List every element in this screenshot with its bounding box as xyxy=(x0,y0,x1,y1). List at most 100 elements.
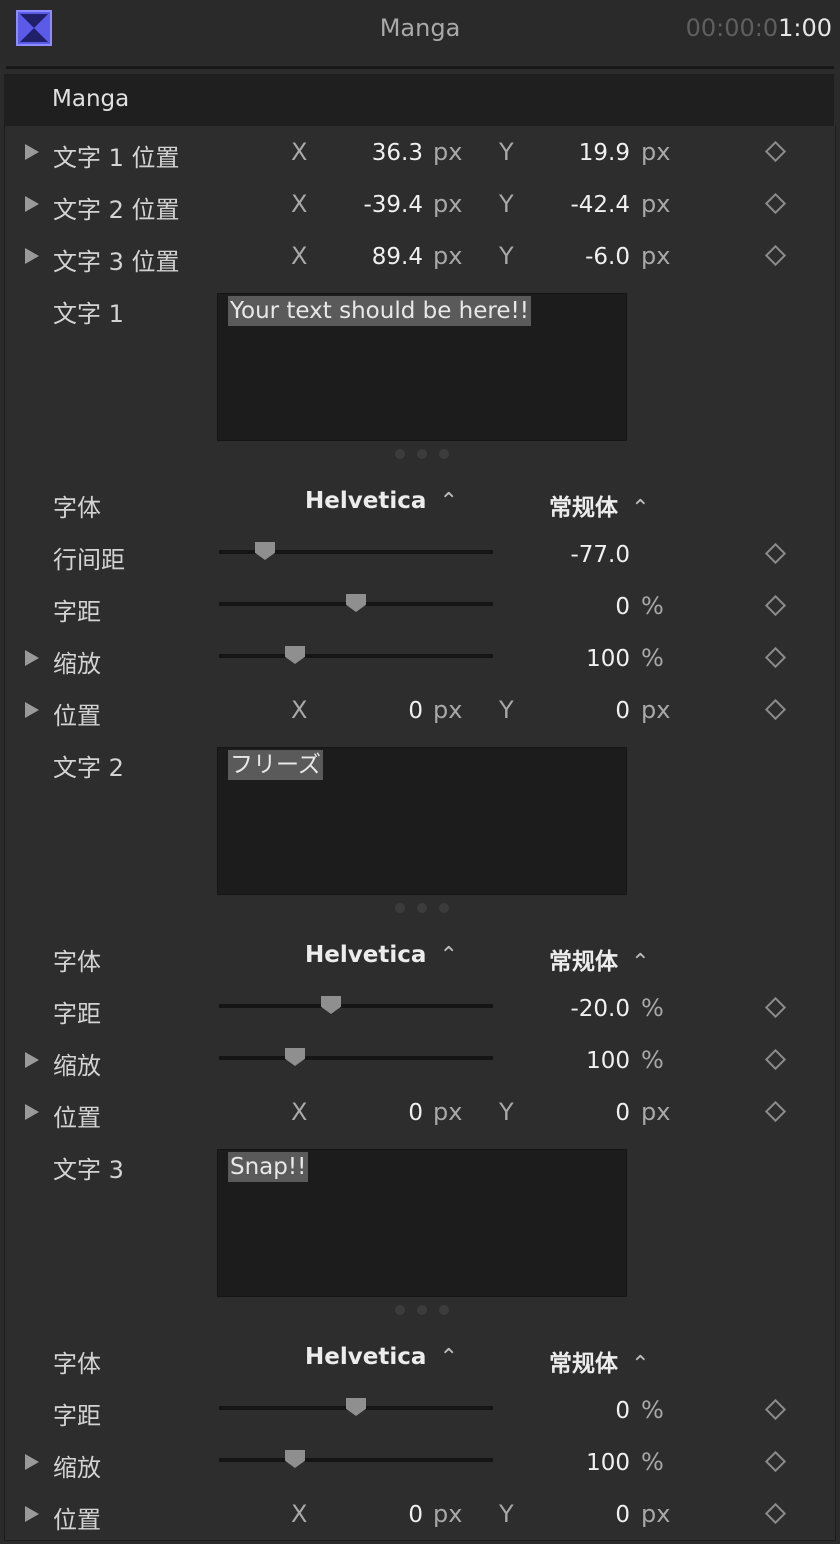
unit-label: px xyxy=(433,1098,463,1126)
text1-position-x[interactable]: 36.3 xyxy=(283,140,423,166)
position-y[interactable]: 0 xyxy=(490,1502,630,1528)
font-family-popup[interactable]: Helvetica ⌃ xyxy=(305,488,458,514)
text2-position-x[interactable]: -39.4 xyxy=(283,192,423,218)
slider-thumb[interactable] xyxy=(321,996,341,1014)
unit-label: % xyxy=(641,644,664,672)
font-family-value: Helvetica xyxy=(305,942,427,968)
scale-slider[interactable] xyxy=(219,1046,493,1070)
disclosure-triangle-icon[interactable] xyxy=(25,702,39,718)
disclosure-triangle-icon[interactable] xyxy=(25,1454,39,1470)
keyframe-diamond-icon[interactable] xyxy=(764,192,787,215)
scale-value[interactable]: 100 xyxy=(490,646,630,672)
keyframe-diamond-icon[interactable] xyxy=(764,1502,787,1525)
tracking-value[interactable]: -20.0 xyxy=(490,996,630,1022)
text2-position-y[interactable]: -42.4 xyxy=(490,192,630,218)
position-label: 位置 xyxy=(53,1104,101,1132)
scale-value[interactable]: 100 xyxy=(490,1048,630,1074)
position-y[interactable]: 0 xyxy=(490,698,630,724)
disclosure-triangle-icon[interactable] xyxy=(25,144,39,160)
up-down-chevron-icon: ⌃ xyxy=(631,950,650,975)
scale-slider[interactable] xyxy=(219,1448,493,1472)
line-spacing-value[interactable]: -77.0 xyxy=(490,542,630,568)
keyframe-diamond-icon[interactable] xyxy=(764,698,787,721)
text1-position-label: 文字 1 位置 xyxy=(53,144,180,172)
keyframe-diamond-icon[interactable] xyxy=(764,646,787,669)
font-style-popup[interactable]: 常规体 ⌃ xyxy=(549,488,650,522)
text2-position-label: 文字 2 位置 xyxy=(53,196,180,224)
keyframe-diamond-icon[interactable] xyxy=(764,1450,787,1473)
line-spacing-label: 行间距 xyxy=(53,546,125,574)
unit-label: % xyxy=(641,1046,664,1074)
tracking-value[interactable]: 0 xyxy=(490,1398,630,1424)
keyframe-diamond-icon[interactable] xyxy=(764,1100,787,1123)
disclosure-triangle-icon[interactable] xyxy=(25,248,39,264)
up-down-chevron-icon: ⌃ xyxy=(631,1352,650,1377)
unit-label: px xyxy=(641,1500,671,1528)
unit-label: % xyxy=(641,994,664,1022)
font-family-popup[interactable]: Helvetica ⌃ xyxy=(305,1344,458,1370)
slider-thumb[interactable] xyxy=(346,1398,366,1416)
unit-label: px xyxy=(641,138,671,166)
tracking-label: 字距 xyxy=(53,598,101,626)
keyframe-diamond-icon[interactable] xyxy=(764,542,787,565)
slider-thumb[interactable] xyxy=(346,594,366,612)
resize-handle-icon[interactable] xyxy=(395,898,461,917)
text1-textbox[interactable]: Your text should be here!! xyxy=(217,293,627,441)
effect-name: Manga xyxy=(52,86,130,112)
slider-thumb[interactable] xyxy=(285,1450,305,1468)
unit-label: px xyxy=(433,1500,463,1528)
keyframe-diamond-icon[interactable] xyxy=(764,1398,787,1421)
slider-thumb[interactable] xyxy=(255,542,275,560)
position-label: 位置 xyxy=(53,1506,101,1534)
tracking-slider[interactable] xyxy=(219,1396,493,1420)
up-down-chevron-icon: ⌃ xyxy=(439,489,458,514)
tracking-label: 字距 xyxy=(53,1000,101,1028)
unit-label: px xyxy=(641,242,671,270)
position-y[interactable]: 0 xyxy=(490,1100,630,1126)
scale-label: 缩放 xyxy=(53,1052,101,1080)
tracking-label: 字距 xyxy=(53,1402,101,1430)
unit-label: px xyxy=(641,190,671,218)
slider-thumb[interactable] xyxy=(285,646,305,664)
font-style-popup[interactable]: 常规体 ⌃ xyxy=(549,942,650,976)
position-x[interactable]: 0 xyxy=(283,1502,423,1528)
disclosure-triangle-icon[interactable] xyxy=(25,1506,39,1522)
slider-track xyxy=(219,1458,493,1462)
tracking-value[interactable]: 0 xyxy=(490,594,630,620)
disclosure-triangle-icon[interactable] xyxy=(25,1052,39,1068)
text3-position-y[interactable]: -6.0 xyxy=(490,244,630,270)
tracking-slider[interactable] xyxy=(219,592,493,616)
resize-handle-icon[interactable] xyxy=(395,1300,461,1319)
text3-position-x[interactable]: 89.4 xyxy=(283,244,423,270)
effect-header[interactable]: Manga xyxy=(4,74,834,126)
disclosure-triangle-icon[interactable] xyxy=(25,196,39,212)
scale-label: 缩放 xyxy=(53,1454,101,1482)
keyframe-diamond-icon[interactable] xyxy=(764,140,787,163)
keyframe-diamond-icon[interactable] xyxy=(764,244,787,267)
keyframe-diamond-icon[interactable] xyxy=(764,594,787,617)
tracking-slider[interactable] xyxy=(219,994,493,1018)
text3-textbox[interactable]: Snap!! xyxy=(217,1149,627,1297)
position-x[interactable]: 0 xyxy=(283,1100,423,1126)
disclosure-triangle-icon[interactable] xyxy=(25,1104,39,1120)
text1-position-y[interactable]: 19.9 xyxy=(490,140,630,166)
unit-label: px xyxy=(433,138,463,166)
keyframe-diamond-icon[interactable] xyxy=(764,996,787,1019)
text2-textbox[interactable]: フリーズ xyxy=(217,747,627,895)
slider-thumb[interactable] xyxy=(285,1048,305,1066)
position-x[interactable]: 0 xyxy=(283,698,423,724)
line-spacing-slider[interactable] xyxy=(219,540,493,564)
keyframe-diamond-icon[interactable] xyxy=(764,1048,787,1071)
font-style-popup[interactable]: 常规体 ⌃ xyxy=(549,1344,650,1378)
font-family-popup[interactable]: Helvetica ⌃ xyxy=(305,942,458,968)
disclosure-triangle-icon[interactable] xyxy=(25,650,39,666)
text2-label: 文字 2 xyxy=(53,754,124,782)
font-label: 字体 xyxy=(53,948,101,976)
slider-track xyxy=(219,654,493,658)
scale-value[interactable]: 100 xyxy=(490,1450,630,1476)
up-down-chevron-icon: ⌃ xyxy=(439,1345,458,1370)
resize-handle-icon[interactable] xyxy=(395,444,461,463)
scale-slider[interactable] xyxy=(219,644,493,668)
timecode: 00:00:01:00 xyxy=(686,14,832,42)
text1-label: 文字 1 xyxy=(53,300,124,328)
